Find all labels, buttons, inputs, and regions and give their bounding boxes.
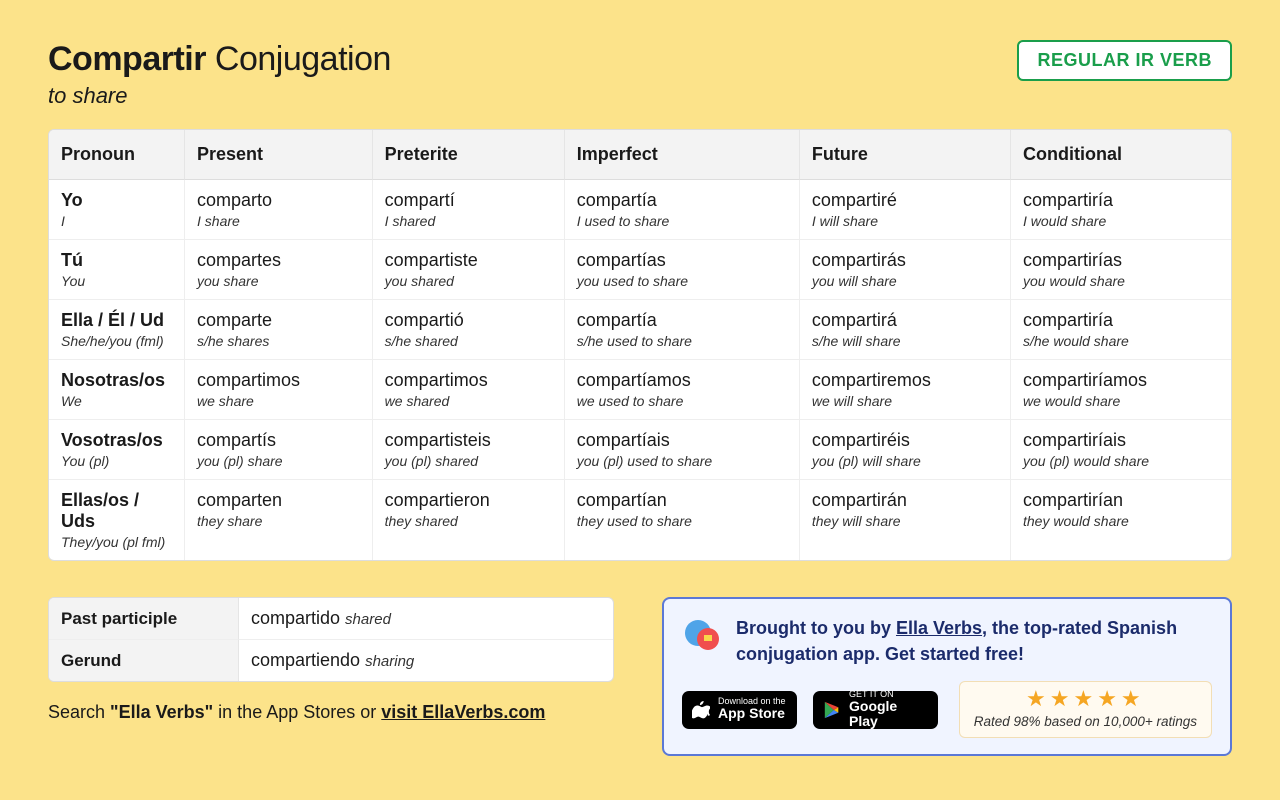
conjugation-cell: compartisteyou shared [373, 240, 565, 300]
conjugation-cell: compartimoswe share [185, 360, 373, 420]
page-title: Compartir Conjugation [48, 40, 391, 79]
rating-text: Rated 98% based on 10,000+ ratings [974, 714, 1197, 729]
ella-verbs-link[interactable]: Ella Verbs [896, 618, 982, 638]
conjugation-cell: compartíasyou used to share [565, 240, 800, 300]
conjugation-cell: compartíaisyou (pl) used to share [565, 420, 800, 480]
participle-table: Past participlecompartido sharedGerundco… [48, 597, 614, 682]
pronoun-cell: Vosotras/osYou (pl) [49, 420, 185, 480]
apple-icon [692, 700, 710, 720]
table-row: Past participlecompartido shared [49, 598, 613, 640]
participle-value: compartiendo sharing [239, 640, 613, 681]
conjugation-cell: compartisteisyou (pl) shared [373, 420, 565, 480]
title-block: Compartir Conjugation to share [48, 40, 391, 109]
conjugation-cell: compartenthey share [185, 480, 373, 560]
table-row: Ellas/os / UdsThey/you (pl fml)comparten… [49, 480, 1231, 560]
conjugation-cell: compartirías/he would share [1011, 300, 1231, 360]
conjugation-cell: compartiréI will share [800, 180, 1011, 240]
conjugation-cell: compartieronthey shared [373, 480, 565, 560]
conjugation-cell: compartiríamoswe would share [1011, 360, 1231, 420]
table-row: YoIcompartoI sharecompartíI sharedcompar… [49, 180, 1231, 240]
participle-value: compartido shared [239, 598, 613, 640]
google-play-icon [823, 701, 841, 719]
column-header: Imperfect [565, 130, 800, 180]
pronoun-cell: TúYou [49, 240, 185, 300]
column-header: Present [185, 130, 373, 180]
conjugation-cell: compartísyou (pl) share [185, 420, 373, 480]
rating-box: ★★★★★ Rated 98% based on 10,000+ ratings [959, 681, 1212, 738]
table-row: Gerundcompartiendo sharing [49, 640, 613, 681]
visit-site-link[interactable]: visit EllaVerbs.com [381, 702, 545, 722]
conjugation-cell: compartiremoswe will share [800, 360, 1011, 420]
verb-type-badge: REGULAR IR VERB [1017, 40, 1232, 81]
column-header: Future [800, 130, 1011, 180]
conjugation-cell: compartimoswe shared [373, 360, 565, 420]
conjugation-cell: compartíI shared [373, 180, 565, 240]
conjugation-cell: compartiríanthey would share [1011, 480, 1231, 560]
column-header: Preterite [373, 130, 565, 180]
conjugation-cell: compartíaI used to share [565, 180, 800, 240]
conjugation-table: PronounPresentPreteriteImperfectFutureCo… [48, 129, 1232, 561]
app-icon [682, 615, 722, 655]
title-translation: to share [48, 83, 391, 109]
promo-text: Brought to you by Ella Verbs, the top-ra… [736, 615, 1212, 667]
google-play-badge[interactable]: GET IT ON Google Play [813, 691, 938, 729]
conjugation-cell: compartiríasyou would share [1011, 240, 1231, 300]
conjugation-cell: compartiréisyou (pl) will share [800, 420, 1011, 480]
title-verb: Compartir [48, 40, 206, 78]
conjugation-cell: compartiríaI would share [1011, 180, 1231, 240]
conjugation-cell: compartías/he used to share [565, 300, 800, 360]
pronoun-cell: Ellas/os / UdsThey/you (pl fml) [49, 480, 185, 560]
search-hint: Search "Ella Verbs" in the App Stores or… [48, 702, 614, 723]
table-row: Ella / Él / UdShe/he/you (fml)compartes/… [49, 300, 1231, 360]
table-row: Vosotras/osYou (pl)compartísyou (pl) sha… [49, 420, 1231, 480]
conjugation-cell: compartirásyou will share [800, 240, 1011, 300]
conjugation-cell: compartíamoswe used to share [565, 360, 800, 420]
column-header: Pronoun [49, 130, 185, 180]
conjugation-cell: compartiríaisyou (pl) would share [1011, 420, 1231, 480]
conjugation-cell: compartiránthey will share [800, 480, 1011, 560]
title-word: Conjugation [206, 40, 391, 78]
participle-label: Past participle [49, 598, 239, 640]
participle-label: Gerund [49, 640, 239, 681]
pronoun-cell: Nosotras/osWe [49, 360, 185, 420]
table-row: TúYoucompartesyou sharecompartisteyou sh… [49, 240, 1231, 300]
column-header: Conditional [1011, 130, 1231, 180]
conjugation-cell: compartirás/he will share [800, 300, 1011, 360]
conjugation-cell: compartíanthey used to share [565, 480, 800, 560]
conjugation-cell: compartiós/he shared [373, 300, 565, 360]
promo-card: Brought to you by Ella Verbs, the top-ra… [662, 597, 1232, 756]
conjugation-cell: compartes/he shares [185, 300, 373, 360]
pronoun-cell: YoI [49, 180, 185, 240]
appstore-badge[interactable]: Download on the App Store [682, 691, 797, 729]
star-icon: ★★★★★ [974, 688, 1197, 710]
conjugation-cell: compartoI share [185, 180, 373, 240]
conjugation-cell: compartesyou share [185, 240, 373, 300]
table-row: Nosotras/osWecompartimoswe sharecomparti… [49, 360, 1231, 420]
pronoun-cell: Ella / Él / UdShe/he/you (fml) [49, 300, 185, 360]
